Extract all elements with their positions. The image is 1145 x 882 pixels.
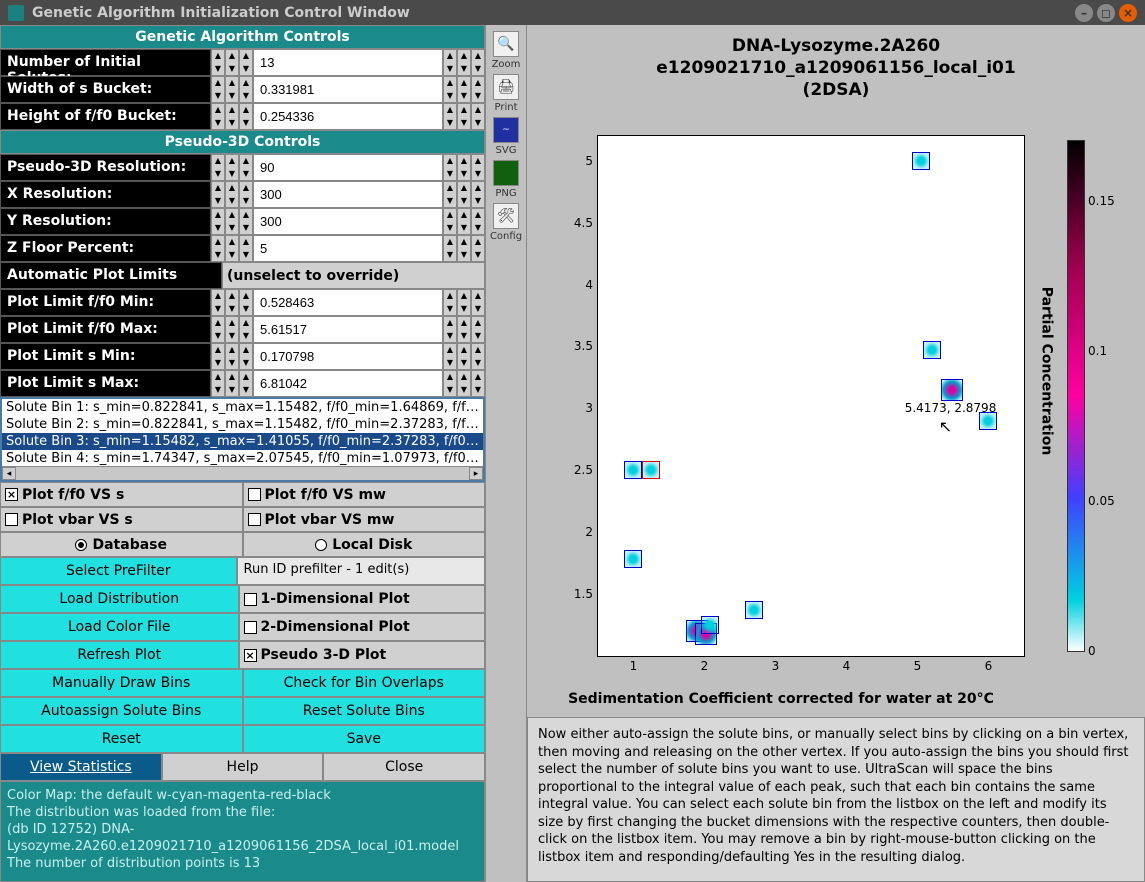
data-point[interactable] [624,550,642,568]
manual-bins-button[interactable]: Manually Draw Bins [0,669,243,697]
list-item: Solute Bin 4: s_min=1.74347, s_max=2.075… [2,450,483,467]
height-bucket-label: Height of f/f0 Bucket: [0,103,211,130]
help-text: Now either auto-assign the solute bins, … [527,717,1145,882]
window-title: Genetic Algorithm Initialization Control… [32,5,410,21]
plot-3d-checkbox[interactable]: Pseudo 3-D Plot [239,641,486,669]
load-color-button[interactable]: Load Color File [0,613,239,641]
zoom-icon: 🔍 [493,31,519,57]
check-overlap-button[interactable]: Check for Bin Overlaps [243,669,486,697]
smax-label: Plot Limit s Max: [0,370,211,397]
smin-input[interactable] [253,343,443,370]
save-button[interactable]: Save [243,725,486,753]
p3d-header: Pseudo-3D Controls [0,130,485,154]
control-panel: Genetic Algorithm Controls Number of Ini… [0,25,485,882]
plot-ff0-mw-checkbox[interactable]: Plot f/f0 VS mw [243,482,486,507]
num-solutes-spin-left[interactable]: ▲▼▲▼▲▼ [211,49,253,76]
print-icon: 🖨 [493,74,519,100]
p3d-res-label: Pseudo-3D Resolution: [0,154,211,181]
solute-bin-list[interactable]: Solute Bin 1: s_min=0.822841, s_max=1.15… [0,397,485,482]
plot-ff0-s-checkbox[interactable]: Plot f/f0 VS s [0,482,243,507]
ff0min-input[interactable] [253,289,443,316]
config-icon: 🛠 [493,203,519,229]
num-solutes-input[interactable] [253,49,443,76]
autolimits-checkbox[interactable]: (unselect to override) [222,262,485,289]
list-item: Solute Bin 3: s_min=1.15482, s_max=1.410… [2,433,483,450]
autoassign-bins-button[interactable]: Autoassign Solute Bins [0,697,243,725]
plot-vbar-mw-checkbox[interactable]: Plot vbar VS mw [243,507,486,532]
data-point[interactable] [923,341,941,359]
list-scrollbar[interactable]: ◂▸ [2,466,483,480]
p3d-res-input[interactable] [253,154,443,181]
num-solutes-spin-right[interactable]: ▲▼▲▼▲▼ [443,49,485,76]
list-item: Solute Bin 2: s_min=0.822841, s_max=1.15… [2,416,483,433]
plot-1d-checkbox[interactable]: 1-Dimensional Plot [239,585,486,613]
cursor-icon: ↖ [939,417,952,436]
maximize-button[interactable]: ◻ [1097,4,1115,22]
data-point[interactable] [912,152,930,170]
plot-title-1: DNA-Lysozyme.2A260 [537,35,1135,57]
prefilter-text: Run ID prefilter - 1 edit(s) [237,557,486,585]
reset-button[interactable]: Reset [0,725,243,753]
data-point[interactable] [624,461,642,479]
data-point[interactable] [745,601,763,619]
refresh-plot-button[interactable]: Refresh Plot [0,641,239,669]
xres-label: X Resolution: [0,181,211,208]
autolimits-label: Automatic Plot Limits [0,262,222,289]
database-radio[interactable]: Database [0,532,243,557]
plot-panel: DNA-Lysozyme.2A260 e1209021710_a12090611… [527,25,1145,882]
zfloor-label: Z Floor Percent: [0,235,211,262]
main-window: Genetic Algorithm Initialization Control… [0,0,1145,882]
plot-2d-checkbox[interactable]: 2-Dimensional Plot [239,613,486,641]
close-button[interactable]: × [1119,4,1137,22]
print-tool[interactable]: 🖨Print [490,74,522,113]
yres-label: Y Resolution: [0,208,211,235]
local-disk-radio[interactable]: Local Disk [243,532,486,557]
data-point[interactable] [642,461,660,479]
x-axis-label: Sedimentation Coefficient corrected for … [527,691,1035,707]
xres-input[interactable] [253,181,443,208]
png-icon [493,160,519,186]
view-statistics-button[interactable]: View Statistics [0,753,162,781]
yres-input[interactable] [253,208,443,235]
close-dialog-button[interactable]: Close [323,753,485,781]
help-button[interactable]: Help [162,753,324,781]
app-icon [8,5,24,21]
config-tool[interactable]: 🛠Config [490,203,522,242]
minimize-button[interactable]: – [1075,4,1093,22]
log-output: Color Map: the default w-cyan-magenta-re… [0,781,485,882]
zoom-tool[interactable]: 🔍Zoom [490,31,522,70]
ff0max-input[interactable] [253,316,443,343]
smax-input[interactable] [253,370,443,397]
svg-tool[interactable]: ~SVG [490,117,522,156]
list-item: Solute Bin 1: s_min=0.822841, s_max=1.15… [2,399,483,416]
colorbar-label: Partial Concentration [1039,287,1055,456]
plot-area[interactable]: DNA-Lysozyme.2A260 e1209021710_a12090611… [527,25,1145,717]
plot-toolbar: 🔍Zoom 🖨Print ~SVG PNG 🛠Config [485,25,527,882]
width-bucket-input[interactable] [253,76,443,103]
data-point[interactable] [941,379,963,401]
ff0min-label: Plot Limit f/f0 Min: [0,289,211,316]
select-prefilter-button[interactable]: Select PreFilter [0,557,237,585]
plot-title-2: e1209021710_a1209061156_local_i01 [537,57,1135,79]
svg-icon: ~ [493,117,519,143]
titlebar: Genetic Algorithm Initialization Control… [0,0,1145,25]
plot-vbar-s-checkbox[interactable]: Plot vbar VS s [0,507,243,532]
png-tool[interactable]: PNG [490,160,522,199]
smin-label: Plot Limit s Min: [0,343,211,370]
load-distribution-button[interactable]: Load Distribution [0,585,239,613]
data-point[interactable] [979,412,997,430]
colorbar: 00.050.10.15 [1067,140,1085,652]
reset-bins-button[interactable]: Reset Solute Bins [243,697,486,725]
zfloor-input[interactable] [253,235,443,262]
height-bucket-input[interactable] [253,103,443,130]
width-bucket-label: Width of s Bucket: [0,76,211,103]
ga-header: Genetic Algorithm Controls [0,25,485,49]
data-point[interactable] [701,616,719,634]
plot-title-3: (2DSA) [537,79,1135,101]
plot-canvas[interactable]: 5.4173, 2.8798 ↖ 1.522.533.544.55123456 [597,135,1025,657]
num-solutes-label: Number of Initial Solutes: [0,49,211,76]
ff0max-label: Plot Limit f/f0 Max: [0,316,211,343]
